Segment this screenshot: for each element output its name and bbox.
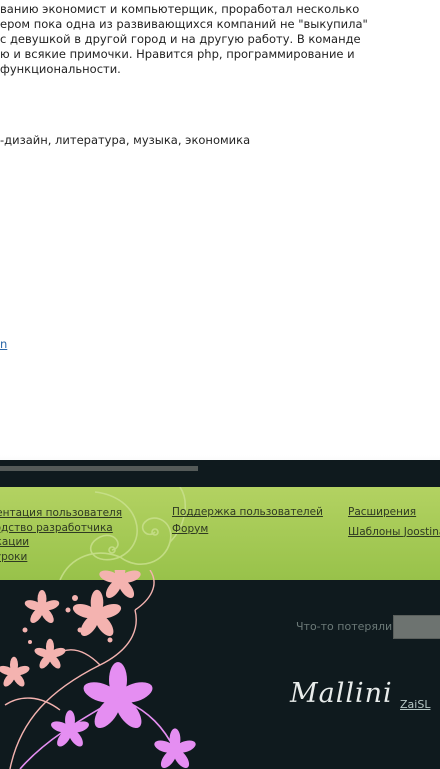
footer-links-support: Поддержка пользователей Форум <box>172 505 323 538</box>
bio-line: ванию экономист и компьютерщик, проработ… <box>0 2 360 16</box>
article-content: ванию экономист и компьютерщик, проработ… <box>0 0 440 460</box>
author-interests: -дизайн, литература, музыка, экономика <box>0 133 251 147</box>
footer-link-video-lessons[interactable]: еоуроки <box>0 550 162 565</box>
author-link[interactable]: ZaiSL <box>400 698 430 711</box>
footer-link-user-support[interactable]: Поддержка пользователей <box>172 505 323 520</box>
footer-links-docs: ументация пользователя оводство разработ… <box>0 506 162 564</box>
footer-links-band: ументация пользователя оводство разработ… <box>0 487 440 580</box>
footer-link-forum[interactable]: Форум <box>172 522 323 537</box>
site-footer: ументация пользователя оводство разработ… <box>0 460 440 769</box>
footer-link-publications[interactable]: ликации <box>0 535 162 550</box>
footer-links-extensions: Расширения Шаблоны Joostina <box>348 505 440 544</box>
footer-link-extensions[interactable]: Расширения <box>348 505 440 520</box>
footer-link-user-docs[interactable]: ументация пользователя <box>0 506 162 521</box>
bio-line: ю и всякие примочки. Нравится php, прогр… <box>0 47 355 61</box>
author-bio: ванию экономист и компьютерщик, проработ… <box>0 2 440 77</box>
flower-ornament-icon <box>0 570 198 769</box>
footer-link-templates[interactable]: Шаблоны Joostina <box>348 525 440 540</box>
profile-link[interactable]: n <box>0 337 7 352</box>
search-label: Что-то потеряли? <box>296 620 398 633</box>
bio-line: ером пока одна из развивающихся компаний… <box>0 17 368 31</box>
bio-line: функциональности. <box>0 62 121 76</box>
search-input[interactable] <box>393 615 440 639</box>
bio-line: с девушкой в другой город и на другую ра… <box>0 32 361 46</box>
footer-link-dev-guide[interactable]: оводство разработчика <box>0 521 162 536</box>
brand-logo: Mallini <box>290 678 393 709</box>
